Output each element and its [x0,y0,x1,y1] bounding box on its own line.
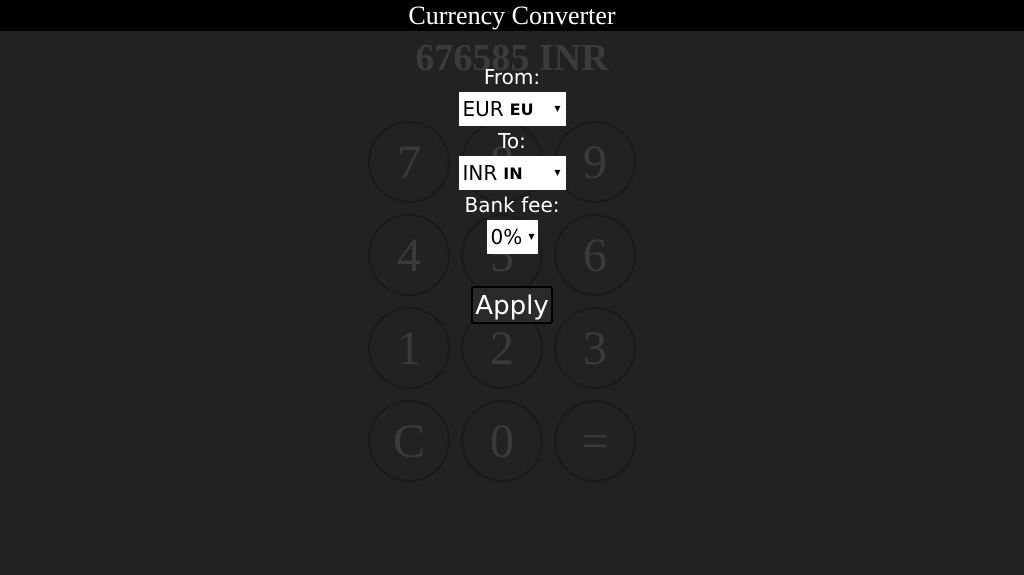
from-label: From: [483,65,541,89]
keypad-key[interactable]: 0 [461,400,543,482]
to-value: INR [462,161,498,185]
to-currency-select[interactable]: INR IN ▼ [458,156,566,190]
fee-value: 0% [490,225,523,249]
apply-button[interactable]: Apply [471,286,553,324]
app-title: Currency Converter [0,0,1024,31]
settings-panel: From: EUR EU ▼ To: INR IN ▼ Bank fee: 0% ▼ Ap… [0,62,1024,324]
to-flag-code: IN [503,163,523,183]
dropdown-arrow-icon: ▼ [554,168,561,177]
keypad-key[interactable]: C [368,400,450,482]
from-flag-code: EU [509,99,534,119]
keypad-key[interactable]: = [554,400,636,482]
bank-fee-select[interactable]: 0% ▼ [486,220,538,254]
dropdown-arrow-icon: ▼ [528,232,535,241]
to-label: To: [498,129,526,153]
from-currency-select[interactable]: EUR EU ▼ [458,92,566,126]
from-value: EUR [462,97,504,121]
bank-fee-label: Bank fee: [464,193,560,217]
dropdown-arrow-icon: ▼ [554,104,561,113]
